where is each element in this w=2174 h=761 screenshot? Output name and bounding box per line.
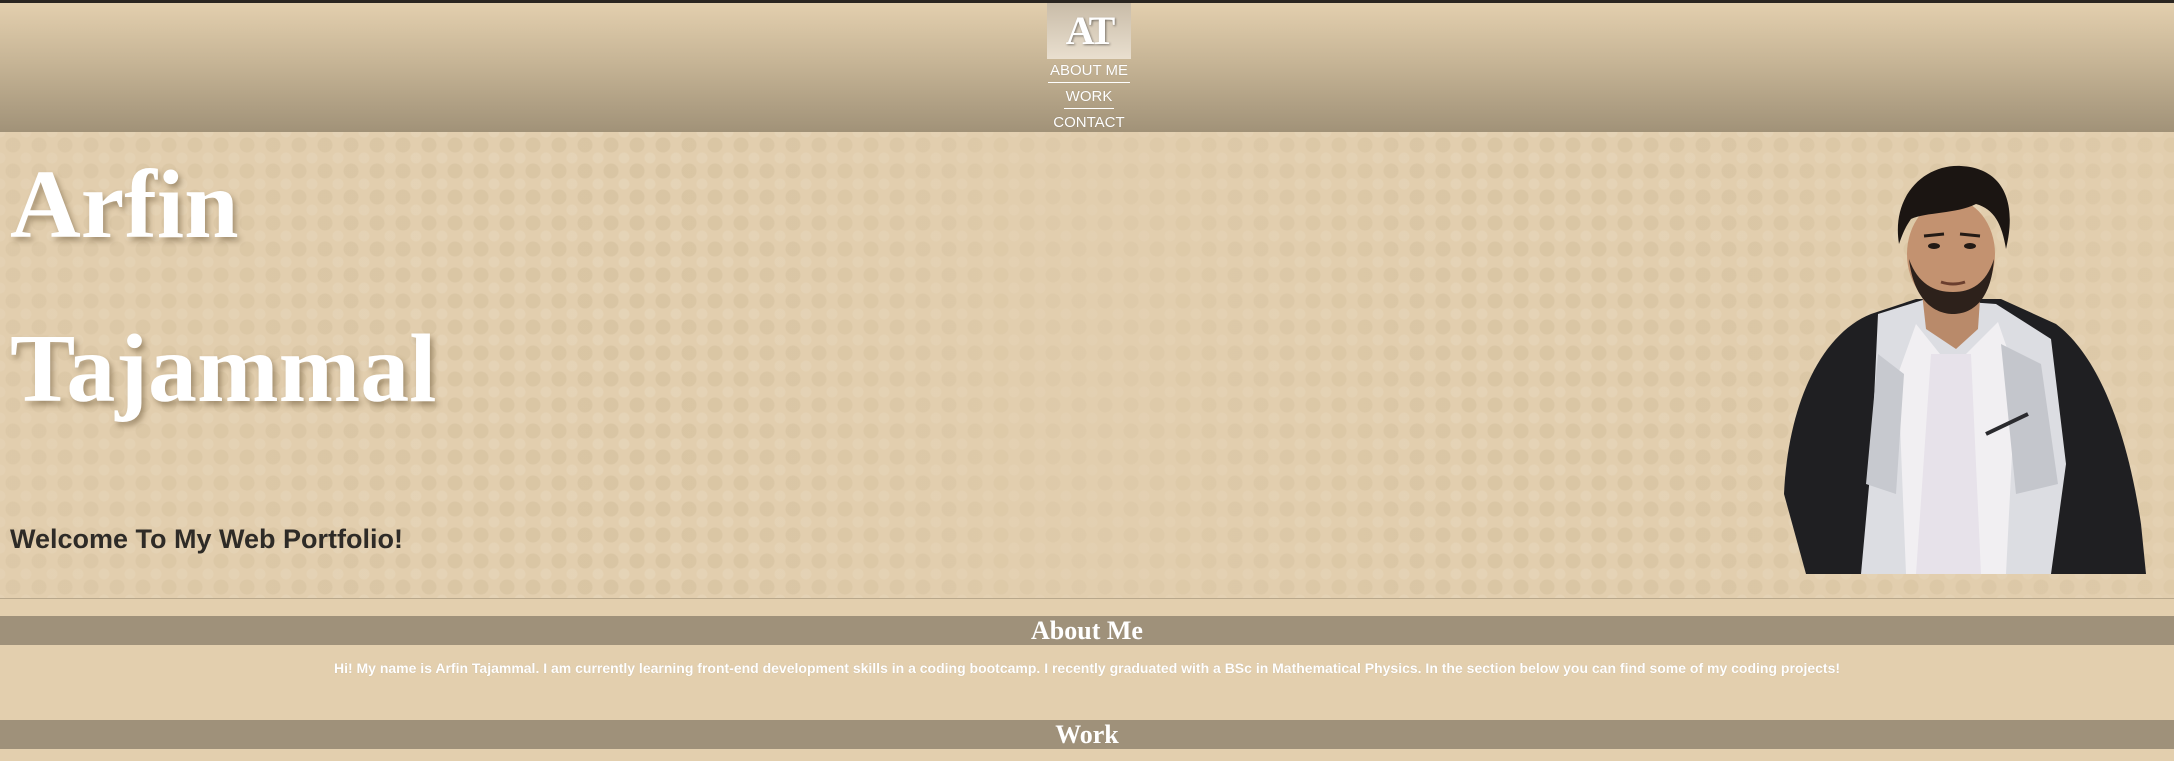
- work-heading: Work: [0, 720, 2174, 749]
- about-heading: About Me: [0, 616, 2174, 645]
- main-nav: ABOUT ME WORK CONTACT: [1020, 60, 1158, 139]
- hero-section: Arfin Tajammal Welcome To My Web Portfol…: [0, 132, 2174, 599]
- hero-last-name: Tajammal: [10, 315, 437, 423]
- nav-link-about-me[interactable]: ABOUT ME: [1047, 60, 1131, 83]
- nav-link-work[interactable]: WORK: [1063, 86, 1115, 109]
- logo[interactable]: AT: [1047, 3, 1131, 59]
- about-text: Hi! My name is Arfin Tajammal. I am curr…: [333, 660, 1841, 676]
- profile-photo: [1784, 165, 2146, 574]
- welcome-heading: Welcome To My Web Portfolio!: [10, 524, 404, 554]
- hero-first-name: Arfin: [10, 151, 239, 259]
- site-header: AT ABOUT ME WORK CONTACT: [0, 3, 2174, 136]
